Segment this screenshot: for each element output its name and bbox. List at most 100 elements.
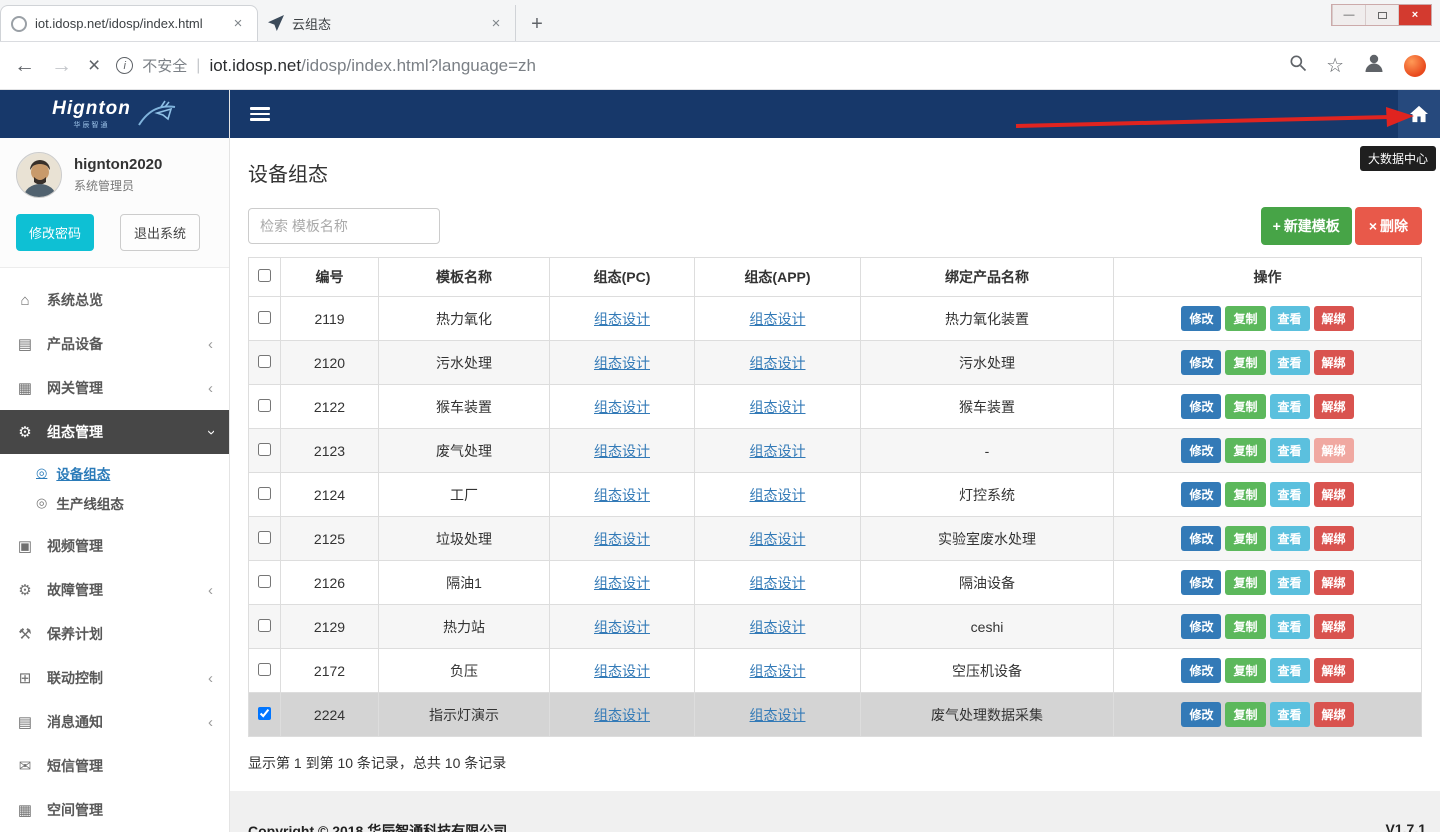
- app-design-link[interactable]: 组态设计: [750, 575, 806, 591]
- unbind-button[interactable]: 解绑: [1314, 570, 1354, 595]
- row-checkbox[interactable]: [258, 707, 271, 720]
- app-design-link[interactable]: 组态设计: [750, 531, 806, 547]
- copy-button[interactable]: 复制: [1225, 658, 1265, 683]
- view-button[interactable]: 查看: [1270, 702, 1310, 727]
- edit-button[interactable]: 修改: [1181, 438, 1221, 463]
- view-button[interactable]: 查看: [1270, 526, 1310, 551]
- app-design-link[interactable]: 组态设计: [750, 487, 806, 503]
- row-checkbox[interactable]: [258, 663, 271, 676]
- close-window-button[interactable]: ×: [1398, 5, 1431, 25]
- edit-button[interactable]: 修改: [1181, 570, 1221, 595]
- sidebar-subitem-生产线组态[interactable]: ◎生产线组态: [0, 488, 229, 518]
- pc-design-link[interactable]: 组态设计: [594, 531, 650, 547]
- sidebar-item-消息通知[interactable]: ▤消息通知‹: [0, 700, 229, 744]
- delete-button[interactable]: ×删除: [1355, 207, 1422, 245]
- pc-design-link[interactable]: 组态设计: [594, 443, 650, 459]
- copy-button[interactable]: 复制: [1225, 350, 1265, 375]
- edit-button[interactable]: 修改: [1181, 614, 1221, 639]
- unbind-button[interactable]: 解绑: [1314, 702, 1354, 727]
- view-button[interactable]: 查看: [1270, 394, 1310, 419]
- row-checkbox[interactable]: [258, 399, 271, 412]
- row-checkbox[interactable]: [258, 575, 271, 588]
- tab-close-icon[interactable]: ×: [229, 15, 247, 32]
- copy-button[interactable]: 复制: [1225, 306, 1265, 331]
- copy-button[interactable]: 复制: [1225, 526, 1265, 551]
- copy-button[interactable]: 复制: [1225, 570, 1265, 595]
- unbind-button[interactable]: 解绑: [1314, 482, 1354, 507]
- row-checkbox[interactable]: [258, 487, 271, 500]
- sidebar-item-保养计划[interactable]: ⚒保养计划: [0, 612, 229, 656]
- row-checkbox[interactable]: [258, 355, 271, 368]
- view-button[interactable]: 查看: [1270, 614, 1310, 639]
- new-tab-button[interactable]: +: [522, 9, 552, 39]
- edit-button[interactable]: 修改: [1181, 702, 1221, 727]
- browser-tab-active[interactable]: iot.idosp.net/idosp/index.html ×: [0, 5, 258, 41]
- back-button[interactable]: ←: [14, 55, 35, 76]
- sidebar-item-联动控制[interactable]: ⊞联动控制‹: [0, 656, 229, 700]
- minimize-button[interactable]: —: [1332, 5, 1365, 25]
- tab-close-icon[interactable]: ×: [487, 15, 505, 32]
- pc-design-link[interactable]: 组态设计: [594, 399, 650, 415]
- sidebar-item-故障管理[interactable]: ⚙故障管理‹: [0, 568, 229, 612]
- unbind-button[interactable]: 解绑: [1314, 438, 1354, 463]
- browser-brand-icon[interactable]: [1404, 55, 1426, 77]
- url-field[interactable]: i 不安全 | iot.idosp.net/idosp/index.html?l…: [116, 55, 1272, 76]
- app-design-link[interactable]: 组态设计: [750, 443, 806, 459]
- pc-design-link[interactable]: 组态设计: [594, 707, 650, 723]
- copy-button[interactable]: 复制: [1225, 394, 1265, 419]
- view-button[interactable]: 查看: [1270, 350, 1310, 375]
- view-button[interactable]: 查看: [1270, 438, 1310, 463]
- edit-button[interactable]: 修改: [1181, 658, 1221, 683]
- app-design-link[interactable]: 组态设计: [750, 707, 806, 723]
- view-button[interactable]: 查看: [1270, 306, 1310, 331]
- sidebar-subitem-设备组态[interactable]: ◎设备组态: [0, 458, 229, 488]
- pc-design-link[interactable]: 组态设计: [594, 575, 650, 591]
- sidebar-item-产品设备[interactable]: ▤产品设备‹: [0, 322, 229, 366]
- app-design-link[interactable]: 组态设计: [750, 399, 806, 415]
- app-design-link[interactable]: 组态设计: [750, 619, 806, 635]
- select-all-checkbox[interactable]: [258, 269, 271, 282]
- home-icon[interactable]: [1398, 90, 1440, 138]
- pc-design-link[interactable]: 组态设计: [594, 619, 650, 635]
- row-checkbox[interactable]: [258, 531, 271, 544]
- browser-tab-2[interactable]: 云组态 ×: [258, 5, 516, 41]
- sidebar-item-视频管理[interactable]: ▣视频管理: [0, 524, 229, 568]
- unbind-button[interactable]: 解绑: [1314, 350, 1354, 375]
- pc-design-link[interactable]: 组态设计: [594, 487, 650, 503]
- logout-button[interactable]: 退出系统: [120, 214, 200, 251]
- copy-button[interactable]: 复制: [1225, 482, 1265, 507]
- app-design-link[interactable]: 组态设计: [750, 311, 806, 327]
- app-design-link[interactable]: 组态设计: [750, 355, 806, 371]
- profile-avatar-icon[interactable]: [1362, 51, 1386, 80]
- unbind-button[interactable]: 解绑: [1314, 614, 1354, 639]
- new-template-button[interactable]: +新建模板: [1261, 207, 1352, 245]
- stop-reload-button[interactable]: ×: [88, 55, 100, 76]
- edit-button[interactable]: 修改: [1181, 350, 1221, 375]
- sidebar-item-短信管理[interactable]: ✉短信管理: [0, 744, 229, 788]
- sidebar-item-系统总览[interactable]: ⌂系统总览: [0, 278, 229, 322]
- edit-button[interactable]: 修改: [1181, 482, 1221, 507]
- unbind-button[interactable]: 解绑: [1314, 306, 1354, 331]
- pc-design-link[interactable]: 组态设计: [594, 663, 650, 679]
- edit-button[interactable]: 修改: [1181, 306, 1221, 331]
- unbind-button[interactable]: 解绑: [1314, 526, 1354, 551]
- copy-button[interactable]: 复制: [1225, 438, 1265, 463]
- row-checkbox[interactable]: [258, 443, 271, 456]
- sidebar-item-空间管理[interactable]: ▦空间管理: [0, 788, 229, 832]
- bookmark-star-icon[interactable]: ☆: [1326, 53, 1344, 78]
- pc-design-link[interactable]: 组态设计: [594, 355, 650, 371]
- copy-button[interactable]: 复制: [1225, 702, 1265, 727]
- copy-button[interactable]: 复制: [1225, 614, 1265, 639]
- zoom-icon[interactable]: [1288, 53, 1308, 78]
- view-button[interactable]: 查看: [1270, 482, 1310, 507]
- app-design-link[interactable]: 组态设计: [750, 663, 806, 679]
- unbind-button[interactable]: 解绑: [1314, 394, 1354, 419]
- view-button[interactable]: 查看: [1270, 570, 1310, 595]
- sidebar-item-网关管理[interactable]: ▦网关管理‹: [0, 366, 229, 410]
- hamburger-menu-icon[interactable]: [250, 107, 270, 121]
- row-checkbox[interactable]: [258, 311, 271, 324]
- view-button[interactable]: 查看: [1270, 658, 1310, 683]
- forward-button[interactable]: →: [51, 55, 72, 76]
- maximize-button[interactable]: [1365, 5, 1398, 25]
- search-input[interactable]: [248, 208, 440, 244]
